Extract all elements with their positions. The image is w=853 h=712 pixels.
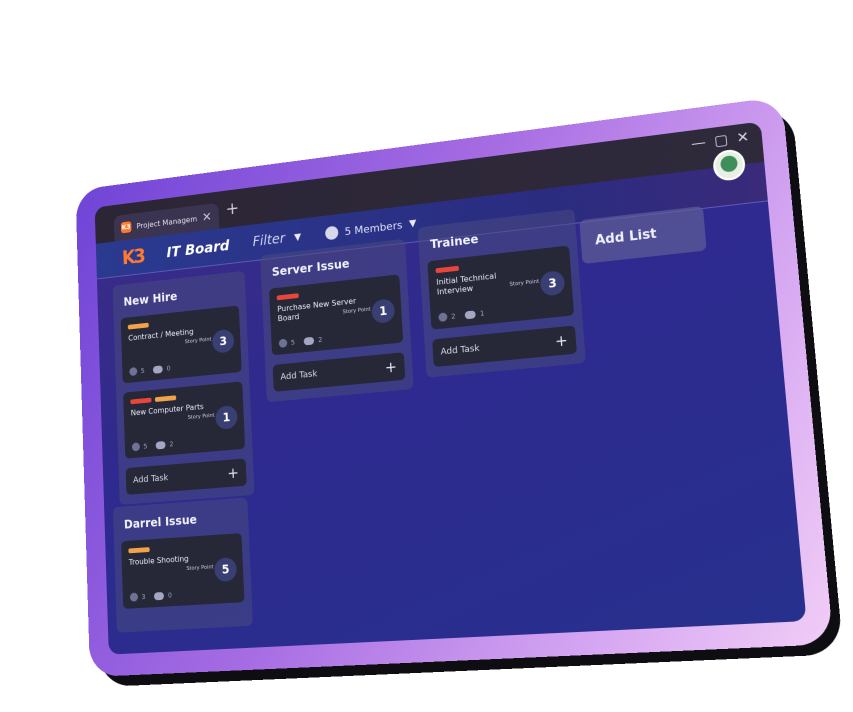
story-point-badge: 1 xyxy=(371,298,396,324)
comment-icon xyxy=(155,440,167,449)
new-tab-icon[interactable]: + xyxy=(225,198,239,219)
chevron-down-icon: ▼ xyxy=(408,217,417,230)
member-count: 5 xyxy=(143,442,148,451)
task-card[interactable]: Trouble Shooting Story Point 5 3 0 xyxy=(121,533,245,609)
close-tab-icon[interactable]: ✕ xyxy=(202,210,212,225)
label-tag xyxy=(435,265,460,274)
add-task-label: Add Task xyxy=(132,473,169,486)
member-icon xyxy=(278,338,288,348)
member-count: 5 xyxy=(290,338,296,347)
comment-icon xyxy=(153,364,164,374)
comment-count: 0 xyxy=(167,591,173,600)
board-title: IT Board xyxy=(166,236,230,262)
card-meta: 3 0 xyxy=(129,591,173,602)
member-count: 2 xyxy=(450,311,456,321)
member-icon xyxy=(129,592,139,602)
story-point-badge: 3 xyxy=(539,270,566,297)
task-card[interactable]: New Computer Parts Story Point 1 5 2 xyxy=(123,381,246,459)
members-label: 5 Members xyxy=(344,218,403,238)
story-point-label: Story Point xyxy=(184,336,212,346)
maximize-icon[interactable]: ▢ xyxy=(714,132,729,150)
story-point-badge: 3 xyxy=(211,328,235,354)
task-card[interactable]: Initial Technical Interview Story Point … xyxy=(427,245,575,330)
member-count: 5 xyxy=(140,366,145,375)
task-card[interactable]: Contract / Meeting Story Point 3 5 0 xyxy=(120,305,242,384)
story-point-label: Story Point xyxy=(186,564,214,572)
plus-icon: + xyxy=(384,357,398,377)
filter-dropdown[interactable]: Filter ▼ xyxy=(252,229,301,250)
add-task-button[interactable]: Add Task + xyxy=(125,458,247,495)
brand-logo: K3 xyxy=(121,244,145,270)
card-meta: 5 2 xyxy=(131,439,174,452)
add-task-label: Add Task xyxy=(440,343,480,358)
label-tag xyxy=(154,395,177,403)
story-point-badge: 5 xyxy=(214,557,238,583)
list-server-issue: Server Issue Purchase New Server Board S… xyxy=(260,238,414,403)
add-task-label: Add Task xyxy=(280,369,318,383)
card-meta: 5 2 xyxy=(278,335,323,348)
comment-icon xyxy=(465,309,477,319)
comment-count: 2 xyxy=(169,439,174,448)
member-icon xyxy=(131,442,141,452)
story-point-label: Story Point xyxy=(187,412,215,421)
comment-count: 0 xyxy=(166,364,171,373)
comment-count: 1 xyxy=(479,308,485,318)
board: New Hire Contract / Meeting Story Point … xyxy=(106,205,807,655)
add-task-button[interactable]: Add Task + xyxy=(272,352,406,392)
card-meta: 2 1 xyxy=(438,308,485,323)
app-screen: K3 Project Managemen ✕ + — ▢ ✕ K3 IT Boa… xyxy=(94,121,807,655)
minimize-icon[interactable]: — xyxy=(691,135,707,153)
list-title: Server Issue xyxy=(271,256,350,279)
list-trainee: Trainee Initial Technical Interview Stor… xyxy=(417,208,586,378)
window-controls: — ▢ ✕ xyxy=(691,129,750,152)
label-tag xyxy=(127,322,149,330)
story-point-badge: 1 xyxy=(215,404,238,430)
chevron-down-icon: ▼ xyxy=(293,231,302,243)
app-logo-icon: K3 xyxy=(120,221,132,234)
member-icon xyxy=(438,312,448,323)
members-dropdown[interactable]: 5 Members ▼ xyxy=(324,216,417,241)
list-title: Darrel Issue xyxy=(123,512,198,532)
filter-label: Filter xyxy=(252,231,286,250)
task-card[interactable]: Purchase New Server Board Story Point 1 … xyxy=(268,274,404,356)
card-meta: 5 0 xyxy=(129,364,171,377)
comment-icon xyxy=(154,591,165,600)
tab-title: Project Managemen xyxy=(136,214,197,231)
comment-icon xyxy=(304,336,315,345)
list-title: Trainee xyxy=(429,232,479,252)
add-task-button[interactable]: Add Task + xyxy=(432,325,577,368)
plus-icon: + xyxy=(554,331,569,351)
close-window-icon[interactable]: ✕ xyxy=(736,129,750,147)
label-tag xyxy=(130,397,152,405)
member-icon xyxy=(129,366,138,377)
user-icon xyxy=(324,225,339,241)
label-tag xyxy=(128,547,150,554)
label-tag xyxy=(276,293,299,301)
comment-count: 2 xyxy=(317,335,323,344)
member-count: 3 xyxy=(141,592,146,601)
list-darrel-issue: Darrel Issue Trouble Shooting Story Poin… xyxy=(112,497,253,633)
list-new-hire: New Hire Contract / Meeting Story Point … xyxy=(112,270,255,505)
list-title: New Hire xyxy=(123,289,178,309)
tablet-device: K3 Project Managemen ✕ + — ▢ ✕ K3 IT Boa… xyxy=(75,96,834,677)
plus-icon: + xyxy=(227,463,240,483)
